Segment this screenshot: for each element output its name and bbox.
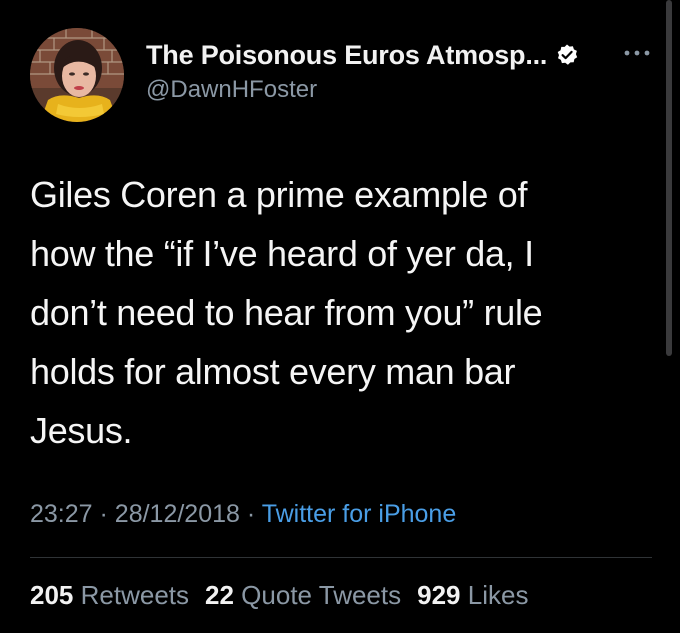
retweets-label: Retweets <box>80 580 190 610</box>
separator-dot: · <box>246 500 256 528</box>
tweet-metadata: 23:27 · 28/12/2018 · Twitter for iPhone <box>30 500 456 529</box>
tweet-card: The Poisonous Euros Atmosp... @DawnHFost… <box>0 0 680 633</box>
display-name[interactable]: The Poisonous Euros Atmosp... <box>146 40 547 71</box>
likes-stat[interactable]: 929 Likes <box>417 580 528 611</box>
likes-count: 929 <box>417 580 461 610</box>
tweet-stats: 205 Retweets 22 Quote Tweets 929 Likes <box>30 580 544 611</box>
tweet-text: Giles Coren a prime example of how the “… <box>30 174 543 451</box>
scrollbar[interactable] <box>666 0 672 356</box>
tweet-date[interactable]: 28/12/2018 <box>115 500 240 528</box>
author-handle[interactable]: @DawnHFoster <box>146 76 317 104</box>
avatar[interactable] <box>30 28 124 122</box>
retweets-stat[interactable]: 205 Retweets <box>30 580 189 611</box>
retweets-count: 205 <box>30 580 74 610</box>
verified-badge-icon <box>555 43 579 67</box>
divider <box>30 557 652 558</box>
tweet-source-link[interactable]: Twitter for iPhone <box>262 500 457 528</box>
author-name-row[interactable]: The Poisonous Euros Atmosp... <box>146 37 579 73</box>
avatar-photo <box>30 28 124 122</box>
more-dots-icon[interactable] <box>622 46 652 60</box>
quote-tweets-label: Quote Tweets <box>241 580 402 610</box>
quote-tweets-count: 22 <box>205 580 234 610</box>
separator-dot: · <box>99 500 108 528</box>
likes-label: Likes <box>467 580 529 610</box>
tweet-time[interactable]: 23:27 <box>30 500 93 528</box>
quote-tweets-stat[interactable]: 22 Quote Tweets <box>205 580 401 611</box>
